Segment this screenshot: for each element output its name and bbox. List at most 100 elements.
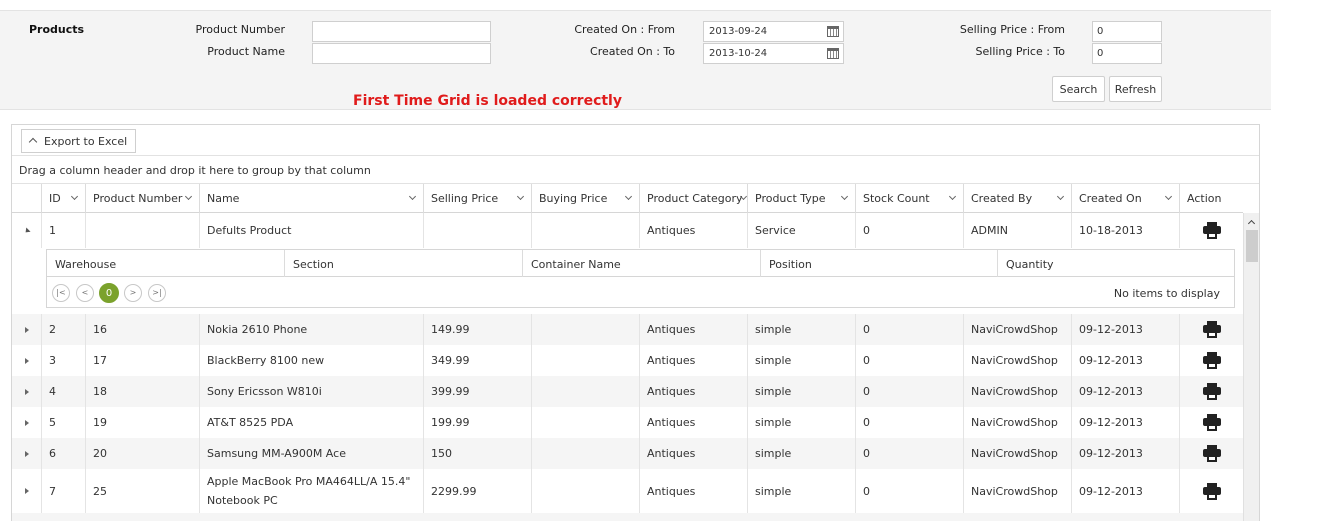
cell-product-category: Antiques <box>639 213 747 248</box>
row-collapse-toggle[interactable] <box>12 213 41 248</box>
printer-icon[interactable] <box>1202 352 1221 369</box>
row-expand-toggle[interactable] <box>12 469 41 513</box>
row-expand-toggle[interactable] <box>12 407 41 438</box>
refresh-button[interactable]: Refresh <box>1109 76 1162 102</box>
chevron-down-icon[interactable] <box>70 192 79 201</box>
cell-stock-count: 0 <box>855 213 963 248</box>
created-from-input[interactable] <box>704 22 814 41</box>
table-row[interactable]: 6 20 Samsung MM-A900M Ace 150 Antiques s… <box>12 438 1243 469</box>
cell-product-number <box>85 213 199 248</box>
printer-icon[interactable] <box>1202 414 1221 431</box>
column-header-product-category[interactable]: Product Category <box>639 184 747 213</box>
cell-stock-count: 0 <box>855 438 963 469</box>
first-page-icon[interactable]: |< <box>52 284 70 302</box>
product-number-label: Product Number <box>195 23 285 36</box>
printer-icon[interactable] <box>1202 222 1221 239</box>
subgrid-column-quantity[interactable]: Quantity <box>997 250 1236 277</box>
column-header-name[interactable]: Name <box>199 184 423 213</box>
calendar-icon[interactable] <box>827 26 839 37</box>
current-page[interactable]: 0 <box>99 283 119 303</box>
cell-name: Nokia 2610 Phone <box>199 314 423 345</box>
cell-action <box>1179 213 1243 248</box>
cell-selling-price: 2299.99 <box>423 469 531 513</box>
row-expand-toggle[interactable] <box>12 438 41 469</box>
printer-icon[interactable] <box>1202 321 1221 338</box>
grid-scrollbar[interactable] <box>1243 213 1259 521</box>
cell-id: 2 <box>41 314 85 345</box>
subgrid-column-position[interactable]: Position <box>760 250 997 277</box>
row-expand-toggle[interactable] <box>12 345 41 376</box>
filter-panel: Products Product Number Product Name Cre… <box>0 10 1271 110</box>
column-header-product-type[interactable]: Product Type <box>747 184 855 213</box>
scroll-thumb[interactable] <box>1246 230 1258 262</box>
search-button[interactable]: Search <box>1052 76 1105 102</box>
subgrid-pager: |< < 0 > >| No items to display <box>47 277 1234 307</box>
grid-header: ID Product Number Name Selling Price Buy… <box>12 184 1243 213</box>
cell-stock-count: 0 <box>855 314 963 345</box>
table-row[interactable]: 5 19 AT&T 8525 PDA 199.99 Antiques simpl… <box>12 407 1243 438</box>
chevron-down-icon[interactable] <box>840 192 849 201</box>
chevron-down-icon[interactable] <box>1164 192 1173 201</box>
chevron-down-icon[interactable] <box>184 192 193 201</box>
calendar-icon[interactable] <box>827 48 839 59</box>
chevron-down-icon[interactable] <box>948 192 957 201</box>
cell-stock-count: 0 <box>855 345 963 376</box>
subgrid-column-container-name[interactable]: Container Name <box>522 250 760 277</box>
cell-action <box>1179 469 1243 513</box>
last-page-icon[interactable]: >| <box>148 284 166 302</box>
expand-icon <box>24 488 29 494</box>
cell-created-by: NaviCrowdShop <box>963 314 1071 345</box>
price-to-label: Selling Price : To <box>975 45 1065 58</box>
subgrid-column-warehouse[interactable]: Warehouse <box>47 250 284 277</box>
export-excel-button[interactable]: Export to Excel <box>21 129 137 153</box>
column-header-buying-price[interactable]: Buying Price <box>531 184 639 213</box>
product-name-input[interactable] <box>312 43 491 64</box>
product-number-input[interactable] <box>312 21 491 42</box>
cell-created-by: ADMIN <box>963 213 1071 248</box>
cell-id: 4 <box>41 376 85 407</box>
created-to-input[interactable] <box>704 44 814 63</box>
subgrid-header: Warehouse Section Container Name Positio… <box>47 250 1234 277</box>
table-row[interactable]: 1 Defults Product Antiques Service 0 ADM… <box>12 213 1243 248</box>
column-header-product-number[interactable]: Product Number <box>85 184 199 213</box>
table-row[interactable]: 7 25 Apple MacBook Pro MA464LL/A 15.4" N… <box>12 469 1243 513</box>
cell-selling-price: 399.99 <box>423 376 531 407</box>
table-row[interactable]: 3 17 BlackBerry 8100 new 349.99 Antiques… <box>12 345 1243 376</box>
chevron-down-icon[interactable] <box>624 192 633 201</box>
next-page-icon[interactable]: > <box>124 284 142 302</box>
cell-product-category: Antiques <box>639 376 747 407</box>
cell-name: AT&T 8525 PDA <box>199 407 423 438</box>
chevron-up-icon <box>28 137 38 147</box>
row-expand-toggle[interactable] <box>12 376 41 407</box>
column-header-action: Action <box>1179 184 1243 213</box>
cell-name: BlackBerry 8100 new <box>199 345 423 376</box>
printer-icon[interactable] <box>1202 445 1221 462</box>
table-row <box>12 513 1243 521</box>
chevron-down-icon[interactable] <box>1056 192 1065 201</box>
printer-icon[interactable] <box>1202 383 1221 400</box>
column-header-stock-count[interactable]: Stock Count <box>855 184 963 213</box>
column-header-id[interactable]: ID <box>41 184 85 213</box>
cell-product-number: 19 <box>85 407 199 438</box>
cell-product-number: 20 <box>85 438 199 469</box>
table-row[interactable]: 2 16 Nokia 2610 Phone 149.99 Antiques si… <box>12 314 1243 345</box>
group-drop-area[interactable]: Drag a column header and drop it here to… <box>12 156 1259 184</box>
row-expand-toggle[interactable] <box>12 314 41 345</box>
chevron-down-icon[interactable] <box>408 192 417 201</box>
column-header-selling-price[interactable]: Selling Price <box>423 184 531 213</box>
subgrid-column-section[interactable]: Section <box>284 250 522 277</box>
chevron-down-icon[interactable] <box>516 192 525 201</box>
table-row[interactable]: 4 18 Sony Ericsson W810i 399.99 Antiques… <box>12 376 1243 407</box>
price-from-input[interactable] <box>1092 21 1162 42</box>
column-header-created-on[interactable]: Created On <box>1071 184 1179 213</box>
cell-buying-price <box>531 213 639 248</box>
column-header-created-by[interactable]: Created By <box>963 184 1071 213</box>
cell-buying-price <box>531 438 639 469</box>
price-to-input[interactable] <box>1092 43 1162 64</box>
cell-product-category: Antiques <box>639 407 747 438</box>
export-excel-label: Export to Excel <box>44 134 128 148</box>
scroll-up-icon[interactable] <box>1247 219 1256 228</box>
expand-icon <box>24 388 29 395</box>
printer-icon[interactable] <box>1202 482 1221 500</box>
prev-page-icon[interactable]: < <box>76 284 94 302</box>
